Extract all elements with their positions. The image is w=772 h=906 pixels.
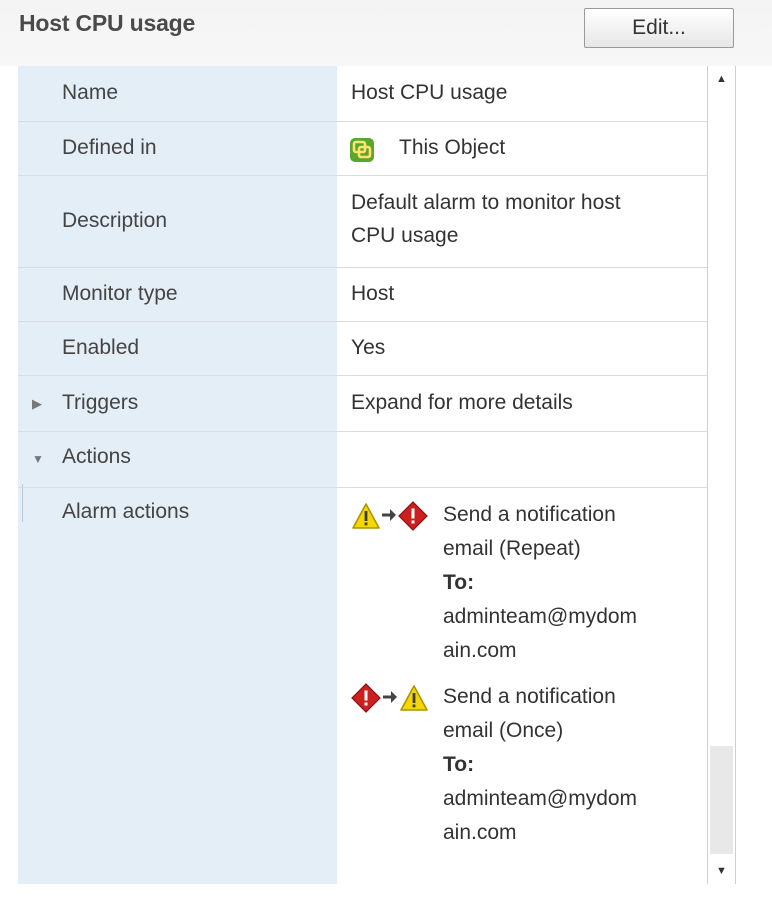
defined-in-label: Defined in [62,136,157,159]
description-value-line2: CPU usage [351,224,459,247]
action-description-line2: email (Once) [443,719,564,742]
triggers-label[interactable]: Triggers [62,391,138,415]
enabled-label: Enabled [62,336,140,359]
page-title: Host CPU usage [19,10,196,36]
monitor-type-value: Host [351,282,395,305]
description-value-line1: Default alarm to monitor host [351,191,621,214]
alert-icon [398,501,428,537]
row-description: Description Default alarm to monitor hos… [18,176,707,268]
alarm-action-item: Send a notification email (Once) To: adm… [351,680,701,860]
edit-button[interactable]: Edit... [584,8,734,48]
row-defined-in: Defined in This Object [18,122,707,176]
row-name: Name Host CPU usage [18,66,707,122]
vcenter-object-icon [349,137,375,163]
row-monitor-type: Monitor type Host [18,268,707,322]
row-actions[interactable]: ▼ Actions [18,432,707,488]
action-description-line2: email (Repeat) [443,537,581,560]
action-email-line1[interactable]: adminteam@mydom [443,600,703,634]
alarm-actions-label: Alarm actions [62,500,190,523]
action-to-label: To: [443,571,475,594]
enabled-value: Yes [351,336,386,359]
description-label: Description [62,209,168,232]
actions-label[interactable]: Actions [62,445,131,469]
defined-in-value[interactable]: This Object [399,136,505,160]
row-triggers[interactable]: ▶ Triggers Expand for more details [18,376,707,432]
expand-caret-icon[interactable]: ▶ [32,396,42,412]
scroll-up-arrow-icon[interactable]: ▲ [708,66,735,92]
row-enabled: Enabled Yes [18,322,707,376]
scroll-down-arrow-icon[interactable]: ▼ [708,858,735,884]
vertical-scrollbar[interactable]: ▲ ▼ [707,66,736,884]
triggers-value: Expand for more details [351,391,573,414]
row-alarm-actions: Alarm actions Send a notification email … [18,488,707,884]
arrow-right-icon [381,504,397,532]
scroll-thumb[interactable] [710,746,733,854]
action-email-line1[interactable]: adminteam@mydom [443,782,703,816]
scroll-track[interactable] [708,92,735,858]
collapse-caret-icon[interactable]: ▼ [32,452,44,466]
name-value: Host CPU usage [351,81,508,104]
action-description-line1: Send a notification [443,503,616,526]
action-description-line1: Send a notification [443,685,616,708]
header-bar: Host CPU usage Edit... [0,0,772,66]
monitor-type-label: Monitor type [62,282,178,305]
arrow-right-icon [382,686,398,714]
alarm-action-item: Send a notification email (Repeat) To: a… [351,498,701,678]
name-label: Name [62,81,119,104]
action-email-line2[interactable]: ain.com [443,634,703,668]
action-to-label: To: [443,753,475,776]
warning-icon [351,502,381,536]
alarm-details-panel: Name Host CPU usage Defined in This Obje… [18,66,736,884]
warning-icon [399,684,429,718]
alert-icon [351,683,381,719]
action-email-line2[interactable]: ain.com [443,816,703,850]
